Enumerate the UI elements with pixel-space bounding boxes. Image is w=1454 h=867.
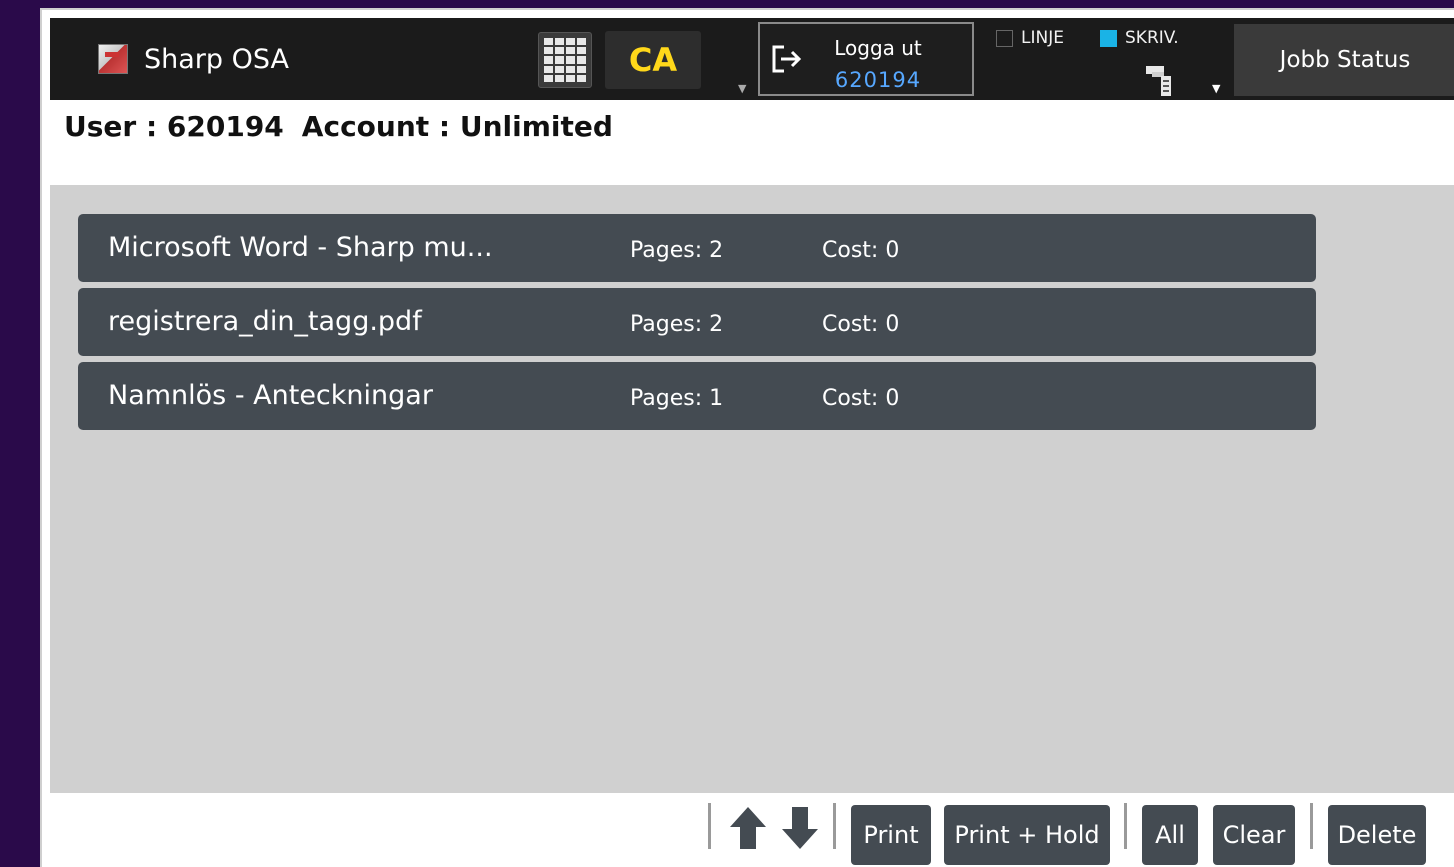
logout-label: Logga ut (834, 36, 922, 60)
skriv-label: SKRIV. (1125, 28, 1179, 48)
print-button[interactable]: Print (851, 805, 931, 865)
job-pages: Pages: 2 (630, 238, 724, 263)
job-pages: Pages: 2 (630, 312, 724, 337)
linje-label: LINJE (1021, 28, 1064, 48)
scroll-up-icon[interactable] (726, 805, 770, 851)
dropdown-triangle-icon: ▼ (1212, 82, 1221, 95)
printer-queue-icon (1146, 66, 1171, 96)
bottom-toolbar: Print Print + Hold All Clear Delete (50, 793, 1454, 867)
ca-button[interactable]: CA (605, 31, 701, 89)
clear-button[interactable]: Clear (1213, 805, 1295, 865)
job-cost: Cost: 0 (822, 238, 900, 263)
logout-user-id: 620194 (834, 68, 922, 92)
select-all-button[interactable]: All (1142, 805, 1198, 865)
delete-button[interactable]: Delete (1328, 805, 1426, 865)
job-name: registrera_din_tagg.pdf (108, 306, 422, 337)
app-title: Sharp OSA (144, 43, 289, 75)
scroll-down-icon[interactable] (778, 805, 822, 851)
skriv-indicator (1100, 29, 1117, 47)
device-screen: Sharp OSA CA ▼ Logga ut 620194 LINJE SKR… (40, 8, 1454, 867)
job-status-button[interactable]: Jobb Status (1234, 24, 1454, 96)
mode-skriv-toggle[interactable]: SKRIV. (1100, 28, 1179, 48)
job-cost: Cost: 0 (822, 386, 900, 411)
app-header: Sharp OSA (78, 18, 518, 100)
toolbar-divider (833, 803, 836, 849)
job-name: Namnlös - Anteckningar (108, 380, 433, 411)
user-label: User : 620194 (64, 110, 284, 143)
job-list-area: Microsoft Word - Sharp mu... Pages: 2 Co… (50, 185, 1454, 793)
account-label: Account : Unlimited (301, 110, 613, 143)
mode-linje-toggle[interactable]: LINJE (996, 28, 1064, 48)
job-pages: Pages: 1 (630, 386, 724, 411)
job-name: Microsoft Word - Sharp mu... (108, 232, 493, 263)
dropdown-triangle-icon: ▼ (738, 82, 747, 95)
user-account-line: User : 620194 Account : Unlimited (64, 110, 631, 143)
toolbar-divider (708, 803, 711, 849)
linje-indicator (996, 29, 1013, 47)
toolbar-divider (1310, 803, 1313, 849)
keypad-icon[interactable] (538, 32, 592, 88)
job-cost: Cost: 0 (822, 312, 900, 337)
job-row[interactable]: Microsoft Word - Sharp mu... Pages: 2 Co… (78, 214, 1316, 282)
top-bar: Sharp OSA CA ▼ Logga ut 620194 LINJE SKR… (50, 18, 1454, 100)
logout-button[interactable]: Logga ut 620194 (758, 22, 974, 96)
toolbar-divider (1124, 803, 1127, 849)
sharp-osa-app-icon (98, 44, 128, 74)
print-hold-button[interactable]: Print + Hold (944, 805, 1110, 865)
job-row[interactable]: registrera_din_tagg.pdf Pages: 2 Cost: 0 (78, 288, 1316, 356)
job-row[interactable]: Namnlös - Anteckningar Pages: 1 Cost: 0 (78, 362, 1316, 430)
